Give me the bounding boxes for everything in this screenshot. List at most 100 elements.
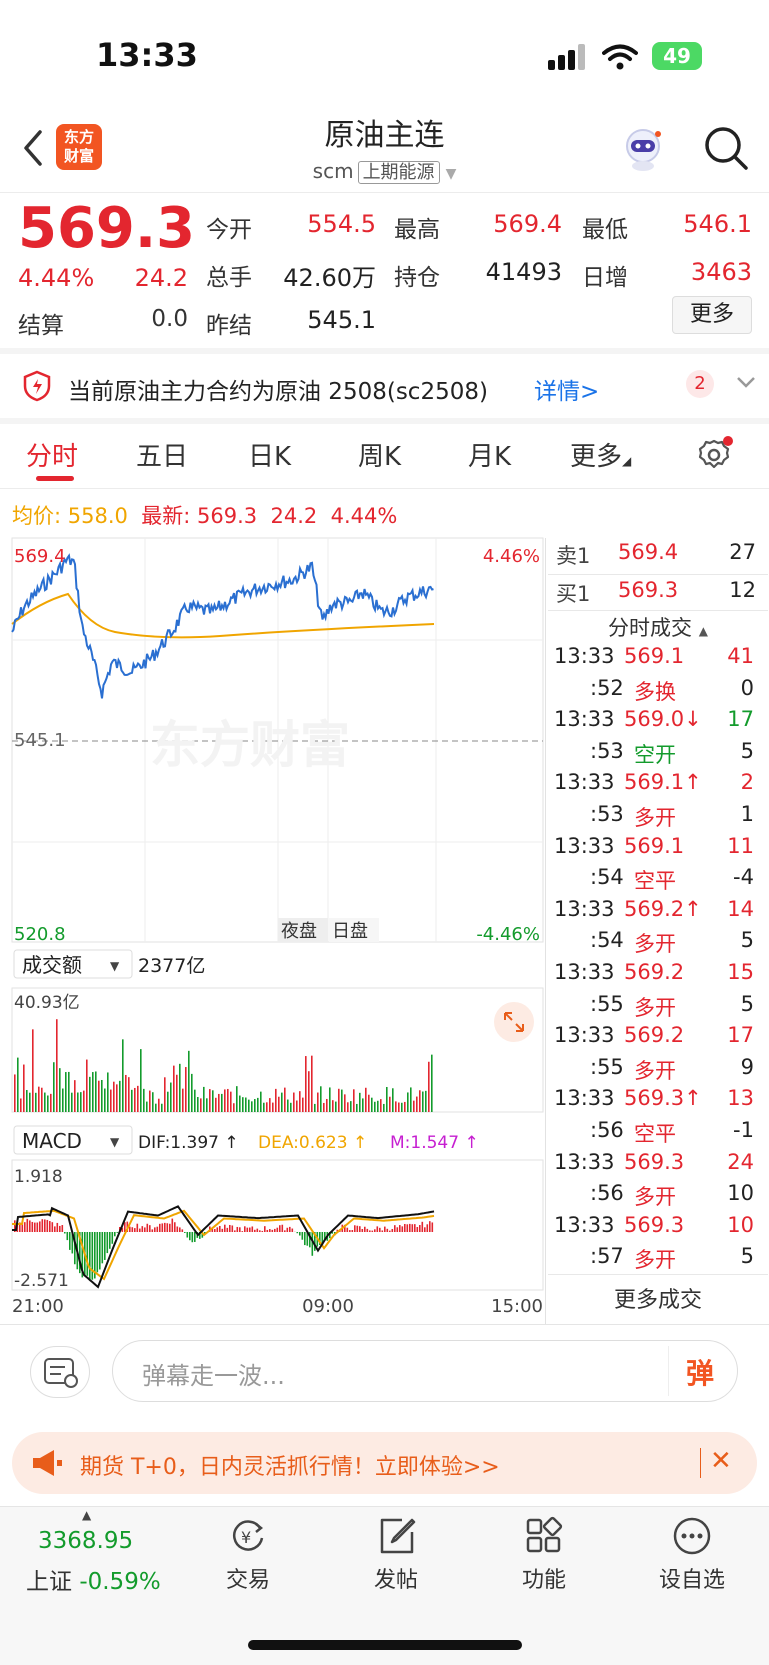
- more-dots-icon: [673, 1517, 711, 1555]
- more-quote-button[interactable]: 更多: [672, 296, 752, 334]
- volume-bar: [362, 1098, 364, 1112]
- macd-bar: [59, 1225, 61, 1232]
- tick-row: 13:33 569.2 15: [550, 960, 760, 992]
- tick-qty: 1: [740, 802, 754, 826]
- danmaku-toggle-button[interactable]: [30, 1346, 90, 1398]
- gear-icon[interactable]: [697, 436, 733, 472]
- tick-time: :55: [590, 1054, 624, 1079]
- expand-button[interactable]: [494, 1002, 534, 1042]
- tick-time: 13:33: [554, 707, 615, 732]
- volume-bar: [74, 1080, 76, 1112]
- tick-price: 569.0↓: [624, 707, 702, 732]
- macd-dif: DIF:1.397 ↑: [138, 1133, 239, 1153]
- tick-price: 569.1: [624, 644, 685, 668]
- low-label: 最低: [582, 217, 628, 243]
- nav-add-watchlist-label: 设自选: [658, 1568, 725, 1593]
- index-value[interactable]: 3368.95: [38, 1528, 133, 1554]
- tick-qty: 14: [727, 896, 754, 921]
- tab-daily-k[interactable]: 日K: [248, 436, 291, 473]
- compose-icon: [380, 1518, 416, 1554]
- open-value: 554.5: [307, 210, 376, 238]
- macd-bar: [141, 1226, 144, 1232]
- ask-row: 卖1 569.4 27: [550, 540, 760, 572]
- volume-bar: [419, 1090, 421, 1112]
- macd-bar: [299, 1232, 301, 1236]
- macd-bar: [284, 1230, 286, 1232]
- tick-row: :53 多开 1: [550, 802, 760, 834]
- exchange-badge: 上期能源: [357, 161, 440, 184]
- tick-qty: 11: [727, 833, 754, 858]
- macd-bar: [386, 1228, 389, 1232]
- tick-row: 13:33 569.1 41: [550, 644, 760, 676]
- tab-more[interactable]: 更多◢: [570, 436, 631, 473]
- notice-detail-link[interactable]: 详情>: [534, 372, 599, 406]
- volume-bar: [44, 1092, 46, 1112]
- macd-bar: [129, 1226, 131, 1232]
- tick-price: 多换: [634, 679, 676, 704]
- volume-bar: [272, 1102, 274, 1112]
- volume-bar: [410, 1087, 412, 1112]
- volume-bar: [284, 1087, 286, 1112]
- active-tab-indicator: [36, 476, 74, 481]
- volume-bar: [305, 1056, 307, 1112]
- volume-bar: [86, 1059, 88, 1112]
- volume-bar: [344, 1094, 346, 1112]
- tick-qty: 10: [727, 1181, 754, 1206]
- volume-bar: [254, 1099, 256, 1112]
- macd-bar: [171, 1218, 174, 1232]
- volume-bar: [26, 1090, 28, 1112]
- tab-weekly-k[interactable]: 周K: [358, 436, 401, 473]
- tick-row: :55 多开 9: [550, 1055, 760, 1087]
- tab-five-day[interactable]: 五日: [136, 436, 188, 473]
- tick-qty: 17: [727, 707, 754, 732]
- volume-bar: [404, 1101, 406, 1112]
- status-time: 13:33: [96, 36, 198, 74]
- volume-selector-caret-icon: ▼: [110, 959, 120, 973]
- nav-trade-label: 交易: [225, 1568, 270, 1593]
- macd-bar: [164, 1222, 166, 1232]
- volume-bar: [215, 1097, 217, 1112]
- macd-bar: [414, 1224, 416, 1232]
- macd-bar: [311, 1232, 314, 1256]
- tick-price: 569.1↑: [624, 770, 702, 795]
- expand-up-icon[interactable]: ▲: [82, 1508, 91, 1522]
- more-ticks-button[interactable]: 更多成交: [548, 1282, 768, 1314]
- volume-bar: [95, 1071, 97, 1112]
- volume-bar: [428, 1061, 430, 1112]
- volume-bar: [209, 1089, 211, 1112]
- tab-intraday[interactable]: 分时: [26, 436, 78, 473]
- open-label: 今开: [206, 217, 252, 243]
- svg-text:¥: ¥: [241, 1528, 251, 1547]
- tab-monthly-k[interactable]: 月K: [468, 436, 511, 473]
- ticks-title[interactable]: 分时成交 ▲: [548, 612, 768, 642]
- macd-bar: [379, 1227, 381, 1232]
- macd-bar: [349, 1230, 351, 1232]
- macd-bar: [419, 1225, 421, 1232]
- intraday-chart[interactable]: 东方财富 569.4 4.46% 545.1 520.8 -4.46% 夜盘 日…: [0, 532, 545, 1322]
- volume-bar: [122, 1039, 124, 1112]
- battery-indicator: 49: [652, 42, 702, 70]
- tick-time: 13:33: [554, 1149, 615, 1174]
- search-icon[interactable]: [702, 124, 750, 172]
- macd-bar: [49, 1221, 51, 1232]
- tick-qty: 5: [740, 1244, 754, 1269]
- assistant-robot-icon[interactable]: [618, 124, 668, 174]
- volume-bar: [59, 1068, 61, 1112]
- volume-bar: [233, 1103, 235, 1112]
- danmaku-send-button[interactable]: 弹: [686, 1352, 714, 1392]
- tick-qty: 41: [727, 644, 754, 668]
- index-ticker[interactable]: 上证 -0.59%: [26, 1562, 161, 1596]
- volume-bar: [398, 1102, 400, 1112]
- macd-bar: [421, 1221, 424, 1232]
- promo-close-button[interactable]: ✕: [710, 1446, 732, 1476]
- tick-time: 13:33: [554, 833, 615, 858]
- tick-row: :52 多换 0: [550, 676, 760, 708]
- volume-value: 42.60万: [283, 264, 376, 292]
- volume-selector-label: 成交额: [22, 953, 82, 977]
- macd-bar: [26, 1218, 29, 1232]
- macd-bar: [186, 1232, 189, 1238]
- chevron-down-icon[interactable]: [734, 370, 758, 394]
- tick-row: 13:33 569.1 11: [550, 834, 760, 866]
- volume-bar: [239, 1095, 241, 1112]
- volume-bar: [113, 1081, 115, 1112]
